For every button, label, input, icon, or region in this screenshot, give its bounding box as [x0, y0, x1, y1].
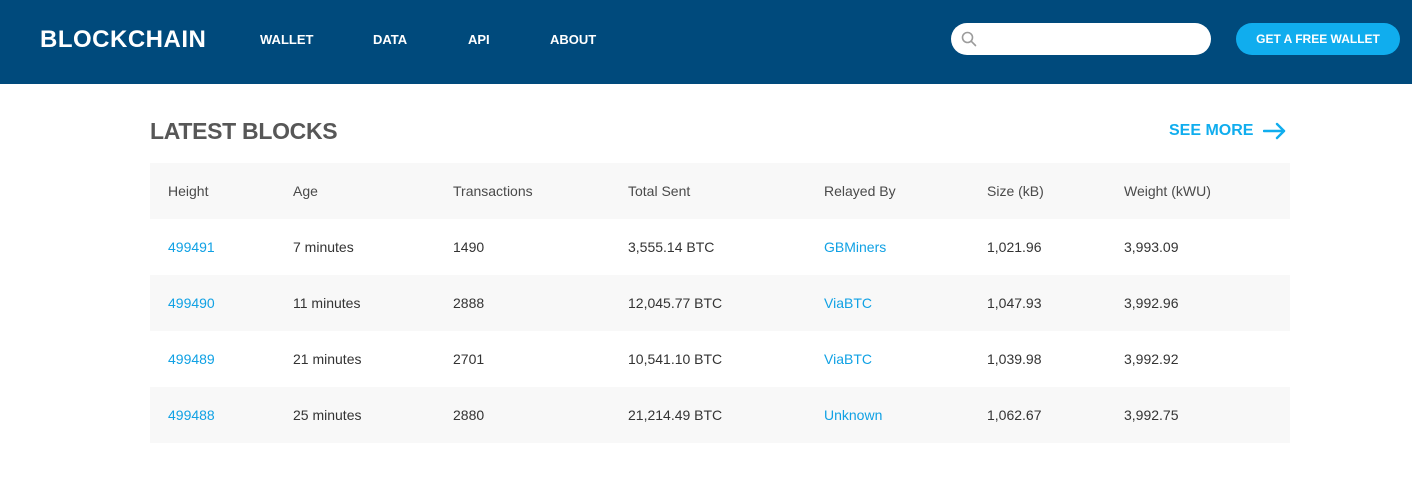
block-transactions: 2888 [453, 295, 485, 311]
see-more-link[interactable]: SEE MORE [1169, 120, 1286, 142]
block-size: 1,039.98 [987, 351, 1042, 367]
blocks-table: Height Age Transactions Total Sent Relay… [150, 163, 1290, 443]
nav-wallet[interactable]: WALLET [260, 31, 313, 49]
block-age: 11 minutes [293, 295, 361, 311]
search-icon [961, 31, 977, 47]
arrow-right-icon [1263, 122, 1286, 140]
column-header-age: Age [293, 183, 318, 199]
block-transactions: 2701 [453, 351, 485, 367]
column-header-relayed-by: Relayed By [824, 183, 896, 199]
block-size: 1,062.67 [987, 407, 1042, 423]
block-relayed-by-link[interactable]: ViaBTC [824, 331, 872, 387]
top-navbar: BLOCKCHAIN WALLET DATA API ABOUT GET A F… [0, 0, 1412, 84]
nav-api[interactable]: API [468, 31, 490, 49]
block-age: 7 minutes [293, 239, 354, 255]
site-logo[interactable]: BLOCKCHAIN [40, 24, 206, 56]
block-age: 25 minutes [293, 407, 362, 423]
block-weight: 3,992.75 [1124, 407, 1179, 423]
block-height-link[interactable]: 499489 [168, 331, 215, 387]
table-row: 499488 25 minutes 2880 21,214.49 BTC Unk… [150, 387, 1290, 443]
block-transactions: 2880 [453, 407, 485, 423]
see-more-label: SEE MORE [1169, 122, 1254, 139]
get-free-wallet-button[interactable]: GET A FREE WALLET [1236, 23, 1400, 55]
block-relayed-by-link[interactable]: GBMiners [824, 219, 886, 275]
block-size: 1,021.96 [987, 239, 1042, 255]
block-height-link[interactable]: 499490 [168, 275, 215, 331]
block-size: 1,047.93 [987, 295, 1042, 311]
block-relayed-by-link[interactable]: ViaBTC [824, 275, 872, 331]
table-header-row: Height Age Transactions Total Sent Relay… [150, 163, 1290, 219]
column-header-height: Height [168, 183, 209, 199]
block-weight: 3,992.92 [1124, 351, 1179, 367]
block-age: 21 minutes [293, 351, 362, 367]
column-header-weight: Weight (kWU) [1124, 183, 1211, 199]
nav-about[interactable]: ABOUT [550, 31, 596, 49]
block-transactions: 1490 [453, 239, 485, 255]
block-weight: 3,992.96 [1124, 295, 1179, 311]
column-header-total-sent: Total Sent [628, 183, 691, 199]
block-total-sent: 3,555.14 BTC [628, 239, 715, 255]
page-title: LATEST BLOCKS [150, 118, 338, 144]
search-input[interactable] [983, 27, 1203, 51]
block-total-sent: 10,541.10 BTC [628, 351, 723, 367]
table-row: 499491 7 minutes 1490 3,555.14 BTC GBMin… [150, 219, 1290, 275]
block-total-sent: 12,045.77 BTC [628, 295, 723, 311]
block-weight: 3,993.09 [1124, 239, 1179, 255]
block-height-link[interactable]: 499491 [168, 219, 215, 275]
table-row: 499489 21 minutes 2701 10,541.10 BTC Via… [150, 331, 1290, 387]
column-header-transactions: Transactions [453, 183, 533, 199]
column-header-size: Size (kB) [987, 183, 1044, 199]
search-box [951, 23, 1211, 55]
block-height-link[interactable]: 499488 [168, 387, 215, 443]
block-relayed-by-link[interactable]: Unknown [824, 387, 882, 443]
block-total-sent: 21,214.49 BTC [628, 407, 723, 423]
table-row: 499490 11 minutes 2888 12,045.77 BTC Via… [150, 275, 1290, 331]
nav-data[interactable]: DATA [373, 31, 407, 49]
